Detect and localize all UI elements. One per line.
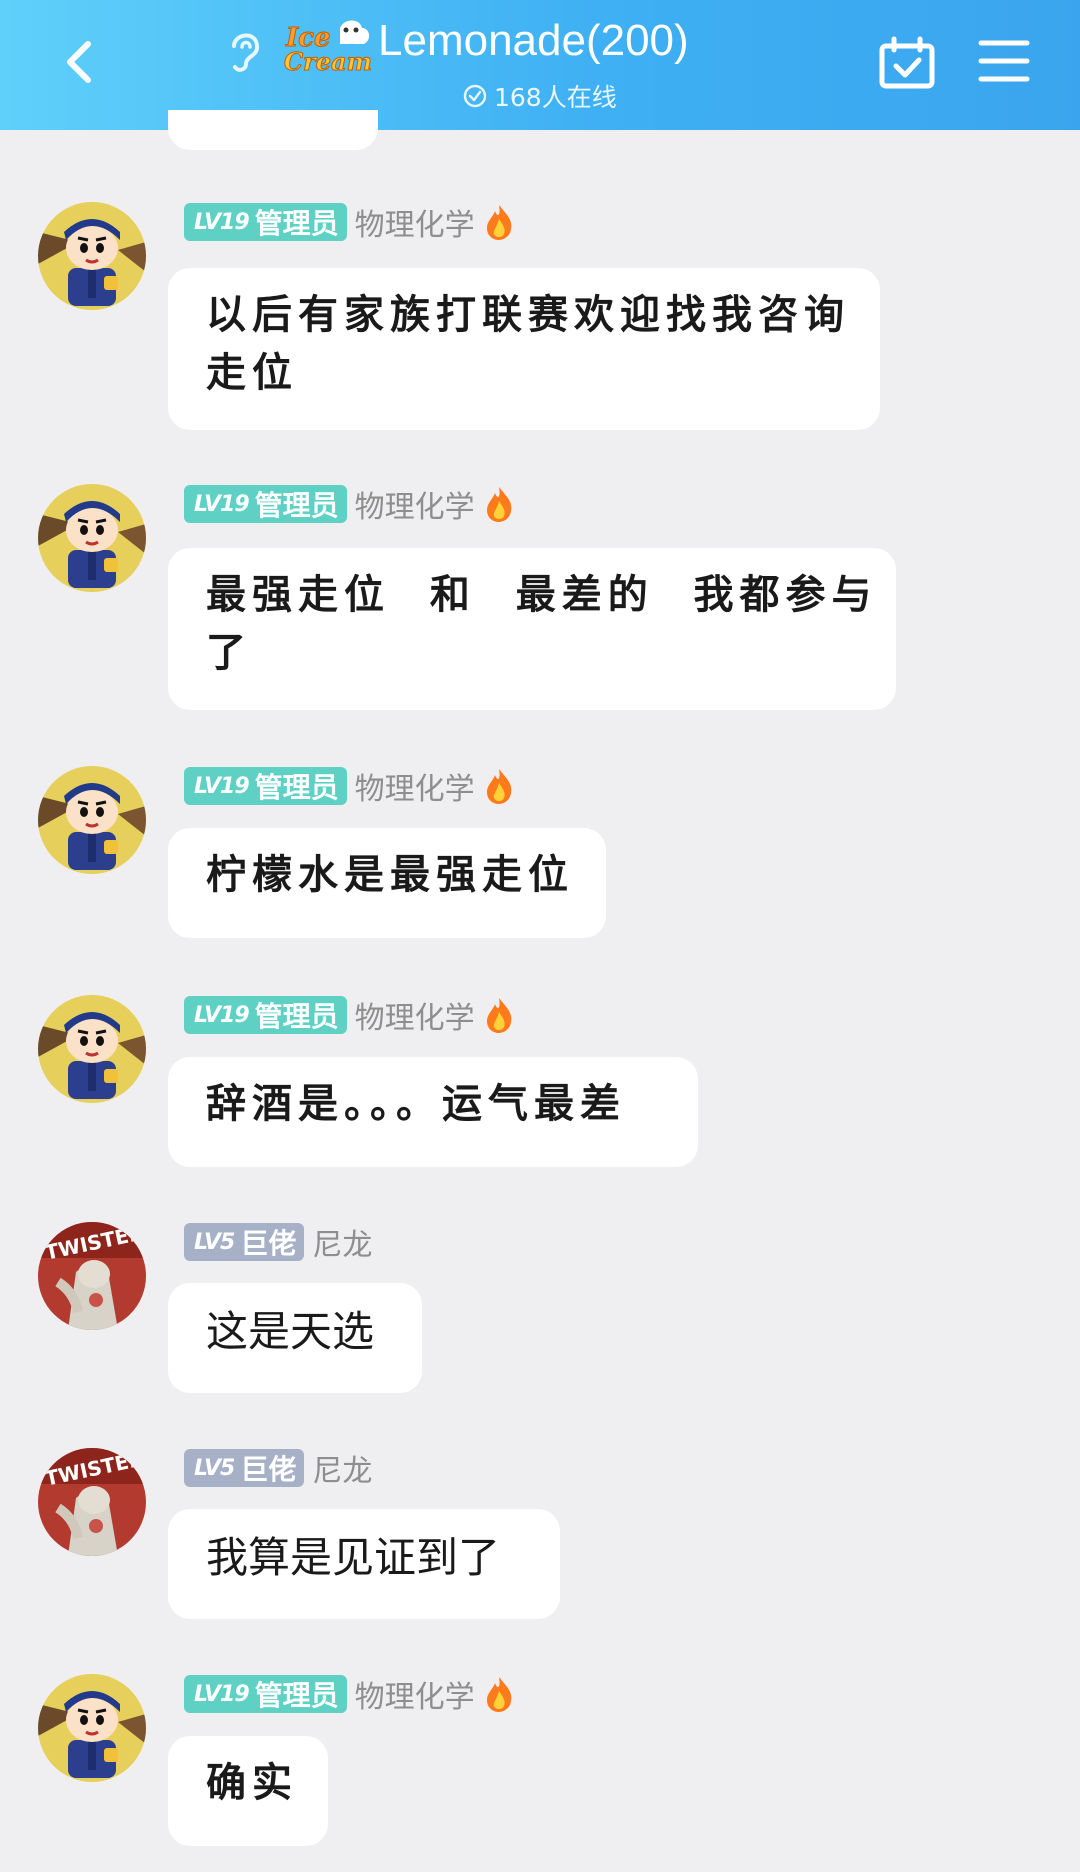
message-bubble[interactable]: 柠檬水是最强走位 xyxy=(168,828,606,938)
online-count: 168人在线 xyxy=(462,78,617,114)
level-text: LV19 xyxy=(194,491,250,517)
sender-meta: LV5 巨佬 尼龙 xyxy=(184,1220,372,1264)
message-text: 以后有家族打联赛欢迎找我咨询 走位 xyxy=(206,291,850,396)
sender-meta: LV19 管理员 物理化学 xyxy=(184,1672,515,1716)
level-text: LV5 xyxy=(194,1229,235,1255)
ice-cream-logo: Ice Cream xyxy=(284,20,372,74)
badge-title: 管理员 xyxy=(254,207,339,240)
avatar[interactable] xyxy=(38,1674,146,1782)
badge-title: 巨佬 xyxy=(240,1453,297,1486)
level-badge: LV19 管理员 xyxy=(184,485,347,523)
menu-icon[interactable] xyxy=(978,38,1030,84)
badge-title: 管理员 xyxy=(254,1000,339,1033)
svg-text:Cream: Cream xyxy=(284,47,372,74)
flame-icon xyxy=(486,1677,511,1712)
flame-icon xyxy=(486,205,511,240)
level-text: LV19 xyxy=(194,209,250,235)
group-title: Lemonade(200) xyxy=(378,16,689,65)
sender-meta: LV5 巨佬 尼龙 xyxy=(184,1446,372,1490)
previous-message-bubble[interactable] xyxy=(168,110,378,150)
level-badge: LV19 管理员 xyxy=(184,203,347,241)
message-bubble[interactable]: 最强走位 和 最差的 我都参与 了 xyxy=(168,548,896,710)
badge-title: 管理员 xyxy=(254,771,339,804)
sender-name[interactable]: 物理化学 xyxy=(355,482,475,526)
badge-title: 巨佬 xyxy=(240,1227,297,1260)
online-text: 168人在线 xyxy=(494,83,617,112)
sender-name[interactable]: 物理化学 xyxy=(355,764,475,808)
check-circle-icon xyxy=(463,84,487,108)
message-text: 确实 xyxy=(206,1759,298,1806)
avatar[interactable]: TWISTER xyxy=(38,1448,146,1556)
avatar[interactable] xyxy=(38,484,146,592)
sender-name[interactable]: 尼龙 xyxy=(312,1220,372,1264)
message-bubble[interactable]: 确实 xyxy=(168,1736,328,1846)
chat-header: Ice Cream Lemonade(200) 168人在线 xyxy=(0,0,1080,130)
avatar[interactable] xyxy=(38,202,146,310)
message-text: 最强走位 和 最差的 我都参与 了 xyxy=(206,571,878,676)
level-text: LV19 xyxy=(194,773,250,799)
avatar[interactable]: TWISTER xyxy=(38,1222,146,1330)
badge-title: 管理员 xyxy=(254,1679,339,1712)
message-text: 这是天选 xyxy=(206,1307,375,1356)
message-text: 柠檬水是最强走位 xyxy=(206,851,574,898)
level-text: LV19 xyxy=(194,1681,250,1707)
message-bubble[interactable]: 以后有家族打联赛欢迎找我咨询 走位 xyxy=(168,268,880,430)
sender-meta: LV19 管理员 物理化学 xyxy=(184,764,515,808)
sender-name[interactable]: 物理化学 xyxy=(355,993,475,1037)
level-text: LV5 xyxy=(194,1455,235,1481)
level-text: LV19 xyxy=(194,1002,250,1028)
ear-icon[interactable] xyxy=(226,26,264,74)
sender-meta: LV19 管理员 物理化学 xyxy=(184,993,515,1037)
level-badge: LV5 巨佬 xyxy=(184,1449,305,1487)
sender-name[interactable]: 物理化学 xyxy=(355,200,475,244)
message-bubble[interactable]: 辞酒是。。。运气最差 xyxy=(168,1057,698,1167)
sender-meta: LV19 管理员 物理化学 xyxy=(184,200,515,244)
flame-icon xyxy=(486,998,511,1033)
sender-name[interactable]: 物理化学 xyxy=(355,1672,475,1716)
message-text: 我算是见证到了 xyxy=(206,1533,501,1582)
message-bubble[interactable]: 我算是见证到了 xyxy=(168,1509,560,1619)
avatar[interactable] xyxy=(38,766,146,874)
flame-icon xyxy=(486,769,511,804)
message-text: 辞酒是。。。运气最差 xyxy=(206,1080,626,1127)
message-bubble[interactable]: 这是天选 xyxy=(168,1283,422,1393)
sender-name[interactable]: 尼龙 xyxy=(312,1446,372,1490)
level-badge: LV5 巨佬 xyxy=(184,1223,305,1261)
back-arrow-icon xyxy=(67,41,91,83)
level-badge: LV19 管理员 xyxy=(184,996,347,1034)
back-button[interactable] xyxy=(50,32,110,92)
calendar-check-icon[interactable] xyxy=(878,36,936,90)
sender-meta: LV19 管理员 物理化学 xyxy=(184,482,515,526)
avatar[interactable] xyxy=(38,995,146,1103)
badge-title: 管理员 xyxy=(254,489,339,522)
level-badge: LV19 管理员 xyxy=(184,767,347,805)
flame-icon xyxy=(486,487,511,522)
level-badge: LV19 管理员 xyxy=(184,1675,347,1713)
